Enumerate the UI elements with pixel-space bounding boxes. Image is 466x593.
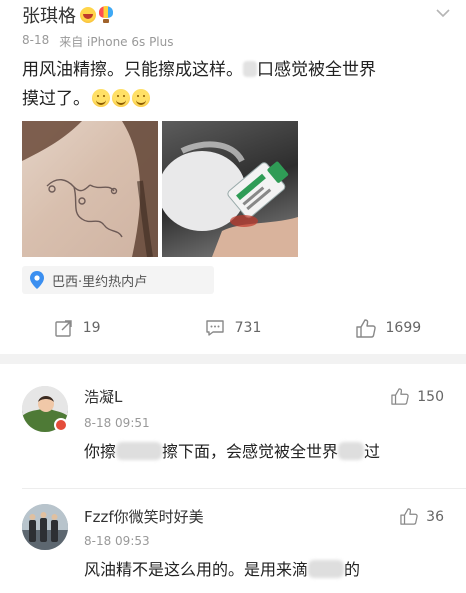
commenter-name[interactable]: Fzzf你微笑时好美 xyxy=(84,506,204,527)
blurred-text xyxy=(116,442,163,460)
thumbs-up-icon xyxy=(391,388,409,405)
comment-divider xyxy=(22,488,466,489)
thumbs-up-icon xyxy=(355,318,376,338)
post-date: 8-18 xyxy=(22,33,50,47)
comment-text: 你擦 擦下面，会感觉被全世界 过 xyxy=(84,438,380,462)
comment-count: 731 xyxy=(234,320,262,336)
repost-count: 19 xyxy=(82,320,101,336)
chevron-down-icon[interactable] xyxy=(436,6,450,20)
comment-item: Fzzf你微笑时好美 8-18 09:53 风油精不是这么用的。是用来滴 的 36 xyxy=(0,500,466,593)
comment-like-count: 150 xyxy=(417,388,444,405)
smile-emoji-icon xyxy=(132,89,150,107)
comment-like-count: 36 xyxy=(426,508,444,525)
post-photo-2[interactable] xyxy=(162,121,298,257)
post-header: 张琪格 8-18 来自 iPhone 6s Plus xyxy=(22,2,452,54)
grin-emoji-icon xyxy=(80,7,96,23)
comment-icon xyxy=(205,320,224,336)
post-meta: 8-18 来自 iPhone 6s Plus xyxy=(22,33,452,50)
comment-text-part: 过 xyxy=(364,442,381,461)
post-text-line2: 摸过了。 xyxy=(22,89,90,109)
section-divider xyxy=(0,354,466,364)
blurred-text xyxy=(308,560,345,578)
like-count: 1699 xyxy=(385,320,422,336)
location-label: 巴西·里约热内卢 xyxy=(52,274,148,290)
post-text: 用风油精擦。只能擦成这样。 口感觉被全世界 摸过了。 xyxy=(22,56,446,114)
post-text-line1-a: 用风油精擦。只能擦成这样。 xyxy=(22,60,243,80)
repost-button[interactable]: 19 xyxy=(0,308,155,348)
comment-item: 浩凝L 8-18 09:51 你擦 擦下面，会感觉被全世界 过 150 xyxy=(0,380,466,490)
smile-emoji-icon xyxy=(92,89,110,107)
repost-icon xyxy=(55,320,72,337)
post-text-line1-b: 口感觉被全世界 xyxy=(257,60,376,80)
comment-text-part: 风油精不是这么用的。是用来滴 xyxy=(84,560,309,579)
comment-text-part: 擦下面，会感觉被全世界 xyxy=(162,442,339,461)
comment-text-part: 的 xyxy=(344,560,361,579)
commenter-name[interactable]: 浩凝L xyxy=(84,386,122,407)
location-chip[interactable]: 巴西·里约热内卢 xyxy=(22,266,214,294)
blurred-text xyxy=(243,61,257,77)
like-button[interactable]: 1699 xyxy=(311,308,466,348)
smile-emoji-icon xyxy=(112,89,130,107)
verified-badge-icon xyxy=(54,418,68,432)
comment-like-button[interactable]: 36 xyxy=(400,508,444,525)
action-bar: 19 731 1699 xyxy=(0,308,466,348)
comment-text: 风油精不是这么用的。是用来滴 的 xyxy=(84,556,360,580)
hot-air-balloon-icon xyxy=(99,6,113,24)
comment-like-button[interactable]: 150 xyxy=(391,388,444,405)
blurred-text xyxy=(338,442,365,460)
comment-button[interactable]: 731 xyxy=(155,308,310,348)
comment-time: 8-18 09:51 xyxy=(84,416,150,430)
comment-text-part: 你擦 xyxy=(84,442,117,461)
post-photo-1[interactable] xyxy=(22,121,158,257)
author-name[interactable]: 张琪格 xyxy=(22,2,76,28)
location-pin-icon xyxy=(30,271,44,289)
thumbs-up-icon xyxy=(400,508,418,525)
post-source: 来自 iPhone 6s Plus xyxy=(59,35,174,49)
comment-time: 8-18 09:53 xyxy=(84,534,150,548)
avatar[interactable] xyxy=(22,504,68,550)
author-row: 张琪格 xyxy=(22,2,452,28)
